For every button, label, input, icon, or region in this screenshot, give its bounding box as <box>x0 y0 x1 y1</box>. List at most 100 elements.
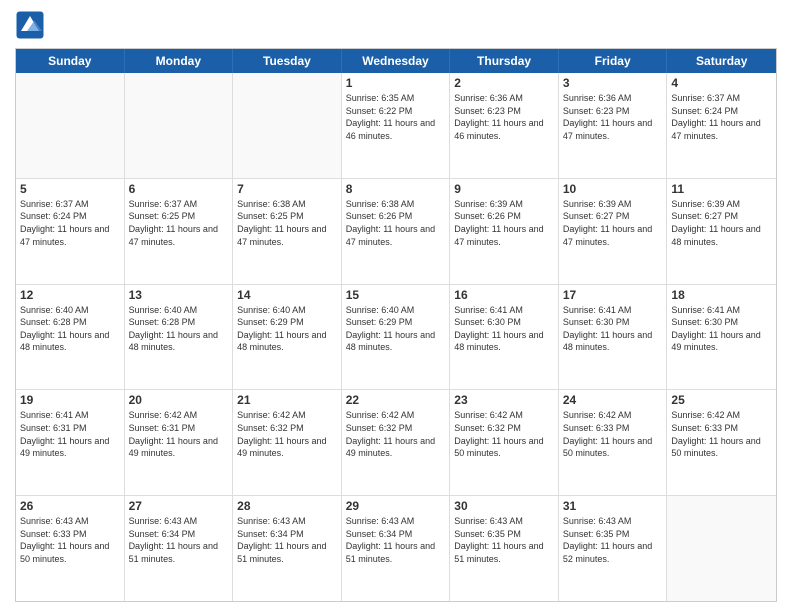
day-info: Sunrise: 6:39 AM Sunset: 6:27 PM Dayligh… <box>671 198 772 248</box>
day-info: Sunrise: 6:42 AM Sunset: 6:32 PM Dayligh… <box>237 409 337 459</box>
day-cell-1: 1Sunrise: 6:35 AM Sunset: 6:22 PM Daylig… <box>342 73 451 178</box>
week-row-4: 19 Sunrise: 6:41 AM Sunset: 6:31 PM Dayli… <box>16 390 776 496</box>
day-cell-22: 22 Sunrise: 6:42 AM Sunset: 6:32 PM Dayli… <box>342 390 451 495</box>
day-number: 23 <box>454 393 554 407</box>
day-cell-23: 23 Sunrise: 6:42 AM Sunset: 6:32 PM Dayli… <box>450 390 559 495</box>
day-info: Sunrise: 6:35 AM Sunset: 6:22 PM Dayligh… <box>346 92 446 142</box>
day-cell-17: 17Sunrise: 6:41 AM Sunset: 6:30 PM Dayli… <box>559 285 668 390</box>
calendar-header: SundayMondayTuesdayWednesdayThursdayFrid… <box>16 49 776 73</box>
day-info: Sunrise: 6:37 AM Sunset: 6:24 PM Dayligh… <box>20 198 120 248</box>
day-info: Sunrise: 6:40 AM Sunset: 6:29 PM Dayligh… <box>346 304 446 354</box>
week-row-2: 5Sunrise: 6:37 AM Sunset: 6:24 PM Daylig… <box>16 179 776 285</box>
day-number: 28 <box>237 499 337 513</box>
day-cell-4: 4 Sunrise: 6:37 AM Sunset: 6:24 PM Daylig… <box>667 73 776 178</box>
day-number: 14 <box>237 288 337 302</box>
day-number: 4 <box>671 76 772 90</box>
day-info: Sunrise: 6:40 AM Sunset: 6:29 PM Dayligh… <box>237 304 337 354</box>
day-info: Sunrise: 6:38 AM Sunset: 6:26 PM Dayligh… <box>346 198 446 248</box>
day-info: Sunrise: 6:42 AM Sunset: 6:33 PM Dayligh… <box>671 409 772 459</box>
day-cell-9: 9Sunrise: 6:39 AM Sunset: 6:26 PM Daylig… <box>450 179 559 284</box>
day-number: 10 <box>563 182 663 196</box>
logo-icon <box>15 10 45 40</box>
day-cell-15: 15Sunrise: 6:40 AM Sunset: 6:29 PM Dayli… <box>342 285 451 390</box>
day-header-wednesday: Wednesday <box>342 49 451 73</box>
day-info: Sunrise: 6:40 AM Sunset: 6:28 PM Dayligh… <box>129 304 229 354</box>
day-cell-2: 2 Sunrise: 6:36 AM Sunset: 6:23 PM Daylig… <box>450 73 559 178</box>
day-cell-30: 30 Sunrise: 6:43 AM Sunset: 6:35 PM Dayli… <box>450 496 559 601</box>
day-number: 16 <box>454 288 554 302</box>
day-number: 7 <box>237 182 337 196</box>
day-number: 31 <box>563 499 663 513</box>
day-cell-27: 27 Sunrise: 6:43 AM Sunset: 6:34 PM Dayli… <box>125 496 234 601</box>
day-info: Sunrise: 6:41 AM Sunset: 6:31 PM Dayligh… <box>20 409 120 459</box>
day-number: 12 <box>20 288 120 302</box>
day-info: Sunrise: 6:43 AM Sunset: 6:34 PM Dayligh… <box>237 515 337 565</box>
day-number: 3 <box>563 76 663 90</box>
day-number: 30 <box>454 499 554 513</box>
day-cell-11: 11 Sunrise: 6:39 AM Sunset: 6:27 PM Dayli… <box>667 179 776 284</box>
day-info: Sunrise: 6:43 AM Sunset: 6:34 PM Dayligh… <box>346 515 446 565</box>
day-cell-21: 21 Sunrise: 6:42 AM Sunset: 6:32 PM Dayli… <box>233 390 342 495</box>
day-number: 13 <box>129 288 229 302</box>
day-cell-5: 5Sunrise: 6:37 AM Sunset: 6:24 PM Daylig… <box>16 179 125 284</box>
day-number: 19 <box>20 393 120 407</box>
logo <box>15 10 47 40</box>
day-info: Sunrise: 6:36 AM Sunset: 6:23 PM Dayligh… <box>563 92 663 142</box>
day-info: Sunrise: 6:41 AM Sunset: 6:30 PM Dayligh… <box>563 304 663 354</box>
week-row-5: 26Sunrise: 6:43 AM Sunset: 6:33 PM Dayli… <box>16 496 776 601</box>
day-cell-31: 31 Sunrise: 6:43 AM Sunset: 6:35 PM Dayli… <box>559 496 668 601</box>
day-number: 18 <box>671 288 772 302</box>
day-info: Sunrise: 6:42 AM Sunset: 6:32 PM Dayligh… <box>454 409 554 459</box>
day-number: 2 <box>454 76 554 90</box>
day-info: Sunrise: 6:43 AM Sunset: 6:35 PM Dayligh… <box>563 515 663 565</box>
week-row-3: 12 Sunrise: 6:40 AM Sunset: 6:28 PM Dayli… <box>16 285 776 391</box>
day-number: 20 <box>129 393 229 407</box>
day-header-saturday: Saturday <box>667 49 776 73</box>
day-info: Sunrise: 6:42 AM Sunset: 6:31 PM Dayligh… <box>129 409 229 459</box>
day-cell-13: 13 Sunrise: 6:40 AM Sunset: 6:28 PM Dayli… <box>125 285 234 390</box>
day-header-friday: Friday <box>559 49 668 73</box>
day-info: Sunrise: 6:43 AM Sunset: 6:34 PM Dayligh… <box>129 515 229 565</box>
day-cell-18: 18 Sunrise: 6:41 AM Sunset: 6:30 PM Dayli… <box>667 285 776 390</box>
day-info: Sunrise: 6:40 AM Sunset: 6:28 PM Dayligh… <box>20 304 120 354</box>
day-info: Sunrise: 6:41 AM Sunset: 6:30 PM Dayligh… <box>671 304 772 354</box>
day-info: Sunrise: 6:36 AM Sunset: 6:23 PM Dayligh… <box>454 92 554 142</box>
day-info: Sunrise: 6:42 AM Sunset: 6:33 PM Dayligh… <box>563 409 663 459</box>
day-info: Sunrise: 6:37 AM Sunset: 6:24 PM Dayligh… <box>671 92 772 142</box>
day-info: Sunrise: 6:39 AM Sunset: 6:27 PM Dayligh… <box>563 198 663 248</box>
day-number: 21 <box>237 393 337 407</box>
day-cell-28: 28 Sunrise: 6:43 AM Sunset: 6:34 PM Dayli… <box>233 496 342 601</box>
week-row-1: 1Sunrise: 6:35 AM Sunset: 6:22 PM Daylig… <box>16 73 776 179</box>
calendar: SundayMondayTuesdayWednesdayThursdayFrid… <box>15 48 777 602</box>
day-cell-empty <box>233 73 342 178</box>
day-cell-empty <box>125 73 234 178</box>
day-cell-12: 12 Sunrise: 6:40 AM Sunset: 6:28 PM Dayli… <box>16 285 125 390</box>
day-info: Sunrise: 6:43 AM Sunset: 6:35 PM Dayligh… <box>454 515 554 565</box>
day-number: 22 <box>346 393 446 407</box>
day-number: 11 <box>671 182 772 196</box>
day-cell-25: 25Sunrise: 6:42 AM Sunset: 6:33 PM Dayli… <box>667 390 776 495</box>
day-header-sunday: Sunday <box>16 49 125 73</box>
day-info: Sunrise: 6:43 AM Sunset: 6:33 PM Dayligh… <box>20 515 120 565</box>
day-info: Sunrise: 6:38 AM Sunset: 6:25 PM Dayligh… <box>237 198 337 248</box>
header <box>15 10 777 40</box>
day-header-tuesday: Tuesday <box>233 49 342 73</box>
day-number: 29 <box>346 499 446 513</box>
day-info: Sunrise: 6:37 AM Sunset: 6:25 PM Dayligh… <box>129 198 229 248</box>
day-cell-empty <box>667 496 776 601</box>
page: SundayMondayTuesdayWednesdayThursdayFrid… <box>0 0 792 612</box>
day-number: 27 <box>129 499 229 513</box>
day-cell-26: 26Sunrise: 6:43 AM Sunset: 6:33 PM Dayli… <box>16 496 125 601</box>
day-number: 9 <box>454 182 554 196</box>
day-cell-7: 7 Sunrise: 6:38 AM Sunset: 6:25 PM Daylig… <box>233 179 342 284</box>
day-cell-8: 8 Sunrise: 6:38 AM Sunset: 6:26 PM Daylig… <box>342 179 451 284</box>
day-cell-3: 3 Sunrise: 6:36 AM Sunset: 6:23 PM Daylig… <box>559 73 668 178</box>
day-number: 8 <box>346 182 446 196</box>
day-cell-29: 29 Sunrise: 6:43 AM Sunset: 6:34 PM Dayli… <box>342 496 451 601</box>
day-cell-10: 10 Sunrise: 6:39 AM Sunset: 6:27 PM Dayli… <box>559 179 668 284</box>
day-cell-6: 6Sunrise: 6:37 AM Sunset: 6:25 PM Daylig… <box>125 179 234 284</box>
day-info: Sunrise: 6:42 AM Sunset: 6:32 PM Dayligh… <box>346 409 446 459</box>
day-cell-19: 19 Sunrise: 6:41 AM Sunset: 6:31 PM Dayli… <box>16 390 125 495</box>
day-cell-14: 14 Sunrise: 6:40 AM Sunset: 6:29 PM Dayli… <box>233 285 342 390</box>
calendar-body: 1Sunrise: 6:35 AM Sunset: 6:22 PM Daylig… <box>16 73 776 601</box>
